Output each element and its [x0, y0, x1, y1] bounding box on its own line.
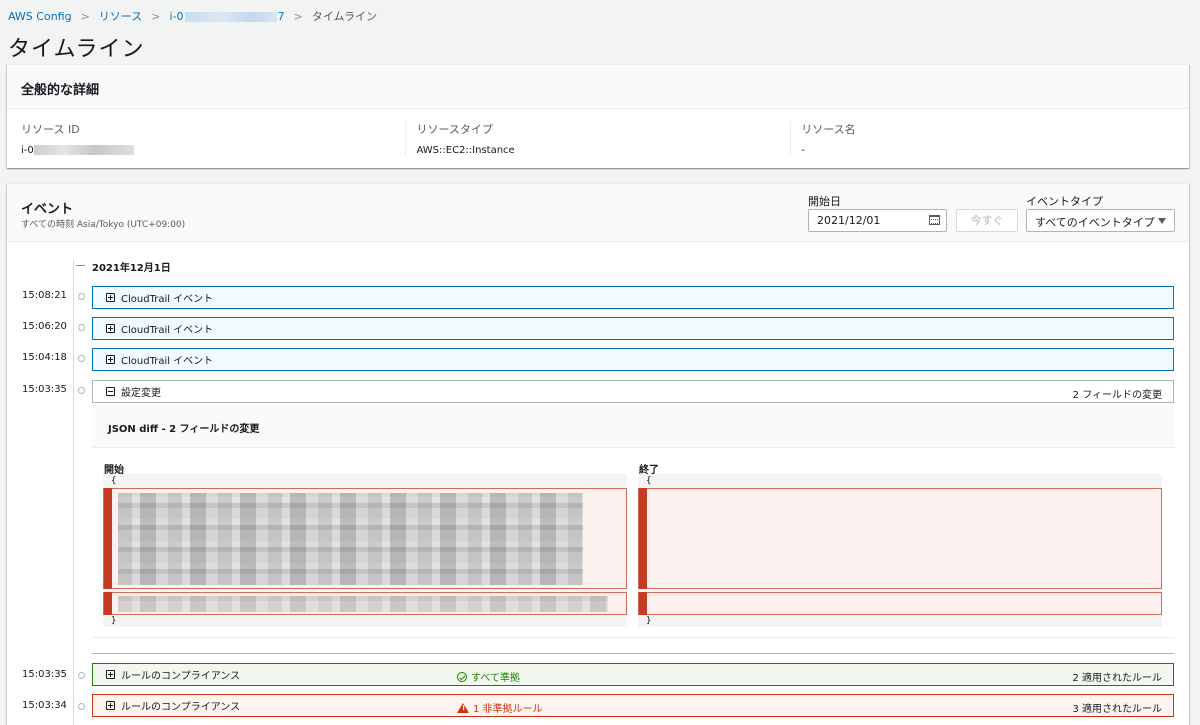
- close-brace: }: [646, 616, 652, 626]
- timeline-divider: [92, 653, 1174, 654]
- event-row-rule-compliance[interactable]: ルールのコンプライアンス すべて準拠 2 適用されたルール: [92, 663, 1174, 686]
- timeline-dot: [78, 293, 85, 300]
- applied-rules-count: 2 適用されたルール: [1072, 673, 1162, 684]
- field-resource-type: リソースタイプ AWS::EC2::Instance: [405, 121, 790, 156]
- chevron-right-icon: >: [151, 9, 161, 23]
- redacted-text: [33, 145, 134, 155]
- field-resource-id: リソース ID i-0: [21, 121, 405, 156]
- check-circle-icon: [457, 671, 467, 682]
- diff-hunk-removed: [103, 488, 627, 589]
- field-resource-name: リソース名 -: [790, 121, 1175, 156]
- collapse-icon[interactable]: [106, 387, 115, 396]
- breadcrumb-resources[interactable]: リソース: [99, 8, 142, 24]
- warning-icon: [457, 702, 469, 713]
- calendar-icon[interactable]: [929, 215, 940, 225]
- event-type-label: イベントタイプ: [1026, 195, 1103, 208]
- events-timezone: すべての時刻 Asia/Tokyo (UTC+09:00): [21, 220, 186, 230]
- event-row-label: ルールのコンプライアンス: [121, 702, 241, 713]
- general-details-panel: 全般的な詳細 リソース ID i-0 リソースタイプ AWS::EC2::Ins…: [7, 64, 1189, 168]
- breadcrumb-timeline: タイムライン: [311, 10, 377, 23]
- start-date-value: 2021/12/01: [817, 214, 881, 227]
- breadcrumb-aws-config[interactable]: AWS Config: [8, 10, 72, 23]
- compliance-status-text: 1 非準拠ルール: [473, 704, 543, 715]
- field-value: AWS::EC2::Instance: [416, 145, 515, 156]
- diff-hunk-added: [638, 592, 1162, 615]
- redacted-text: [184, 11, 277, 22]
- event-row-label: CloudTrail イベント: [121, 294, 214, 305]
- timeline-dot: [78, 355, 85, 362]
- expand-icon[interactable]: [106, 293, 115, 302]
- redacted-code: [118, 493, 583, 585]
- event-row-rule-compliance[interactable]: ルールのコンプライアンス 1 非準拠ルール 3 適用されたルール: [92, 694, 1174, 717]
- timeline-date-tick: [76, 265, 85, 266]
- breadcrumb-resource-id[interactable]: i-0 7: [169, 10, 284, 23]
- open-brace: {: [111, 476, 117, 486]
- json-diff-panel: JSON diff - 2 フィールドの変更 開始 終了 { } { }: [92, 404, 1174, 638]
- diff-hunk-added: [638, 488, 1162, 589]
- event-time: 15:08:21: [22, 290, 67, 301]
- general-details-header: 全般的な詳細: [7, 65, 1189, 109]
- compliance-status: 1 非準拠ルール: [457, 700, 543, 715]
- breadcrumb-resource-id-suffix: 7: [277, 9, 285, 23]
- events-header: イベント すべての時刻 Asia/Tokyo (UTC+09:00) 開始日 2…: [7, 184, 1189, 242]
- event-time: 15:03:35: [22, 384, 67, 395]
- now-button[interactable]: 今すぐ: [956, 209, 1018, 232]
- event-time: 15:06:20: [22, 321, 67, 332]
- event-row-cloudtrail[interactable]: CloudTrail イベント: [92, 348, 1174, 371]
- start-date-input[interactable]: 2021/12/01: [808, 209, 947, 232]
- page-title: タイムライン: [8, 37, 145, 62]
- diff-after-code: { }: [638, 474, 1162, 627]
- expand-icon[interactable]: [106, 324, 115, 333]
- field-value: -: [801, 145, 805, 156]
- event-row-label: ルールのコンプライアンス: [121, 671, 241, 682]
- timeline-dot: [78, 387, 85, 394]
- breadcrumb: AWS Config > リソース > i-0 7 > タイムライン: [8, 8, 377, 24]
- event-type-value: すべてのイベントタイプ: [1035, 216, 1155, 229]
- expand-icon[interactable]: [106, 670, 115, 679]
- event-row-label: CloudTrail イベント: [121, 356, 214, 367]
- chevron-right-icon: >: [80, 9, 90, 23]
- event-time: 15:03:35: [22, 669, 67, 680]
- compliance-status-text: すべて準拠: [471, 673, 520, 684]
- open-brace: {: [646, 476, 652, 486]
- field-value: i-0: [21, 145, 405, 156]
- redacted-code: [118, 596, 608, 612]
- event-time: 15:03:34: [22, 700, 67, 711]
- timeline-dot: [78, 672, 85, 679]
- general-details-fields: リソース ID i-0 リソースタイプ AWS::EC2::Instance リ…: [7, 109, 1189, 168]
- diff-before-code: { }: [103, 474, 627, 627]
- resource-id-prefix: i-0: [21, 145, 34, 156]
- field-label: リソース名: [801, 123, 856, 136]
- events-title: イベント: [21, 202, 74, 217]
- timeline-dot: [78, 324, 85, 331]
- event-row-label: 設定変更: [121, 388, 161, 399]
- field-label: リソースタイプ: [416, 123, 493, 136]
- event-row-config-change[interactable]: 設定変更 2 フィールドの変更: [92, 380, 1174, 403]
- event-row-label: CloudTrail イベント: [121, 325, 214, 336]
- field-label: リソース ID: [21, 123, 80, 136]
- chevron-right-icon: >: [293, 9, 303, 23]
- close-brace: }: [111, 616, 117, 626]
- timeline-date-heading: 2021年12月1日: [92, 263, 171, 274]
- event-row-cloudtrail[interactable]: CloudTrail イベント: [92, 286, 1174, 309]
- timeline-dot: [78, 703, 85, 710]
- event-row-cloudtrail[interactable]: CloudTrail イベント: [92, 317, 1174, 340]
- timeline-line: [73, 260, 74, 725]
- start-date-label: 開始日: [808, 195, 841, 208]
- event-type-select[interactable]: すべてのイベントタイプ: [1026, 209, 1175, 232]
- breadcrumb-resource-id-prefix: i-0: [169, 9, 184, 23]
- expand-icon[interactable]: [106, 355, 115, 364]
- caret-down-icon: [1158, 218, 1166, 224]
- diff-hunk-removed: [103, 592, 627, 615]
- event-time: 15:04:18: [22, 352, 67, 363]
- compliance-status: すべて準拠: [457, 669, 520, 684]
- expand-icon[interactable]: [106, 701, 115, 710]
- json-diff-title: JSON diff - 2 フィールドの変更: [92, 404, 1174, 448]
- applied-rules-count: 3 適用されたルール: [1072, 704, 1162, 715]
- field-change-count: 2 フィールドの変更: [1072, 390, 1162, 401]
